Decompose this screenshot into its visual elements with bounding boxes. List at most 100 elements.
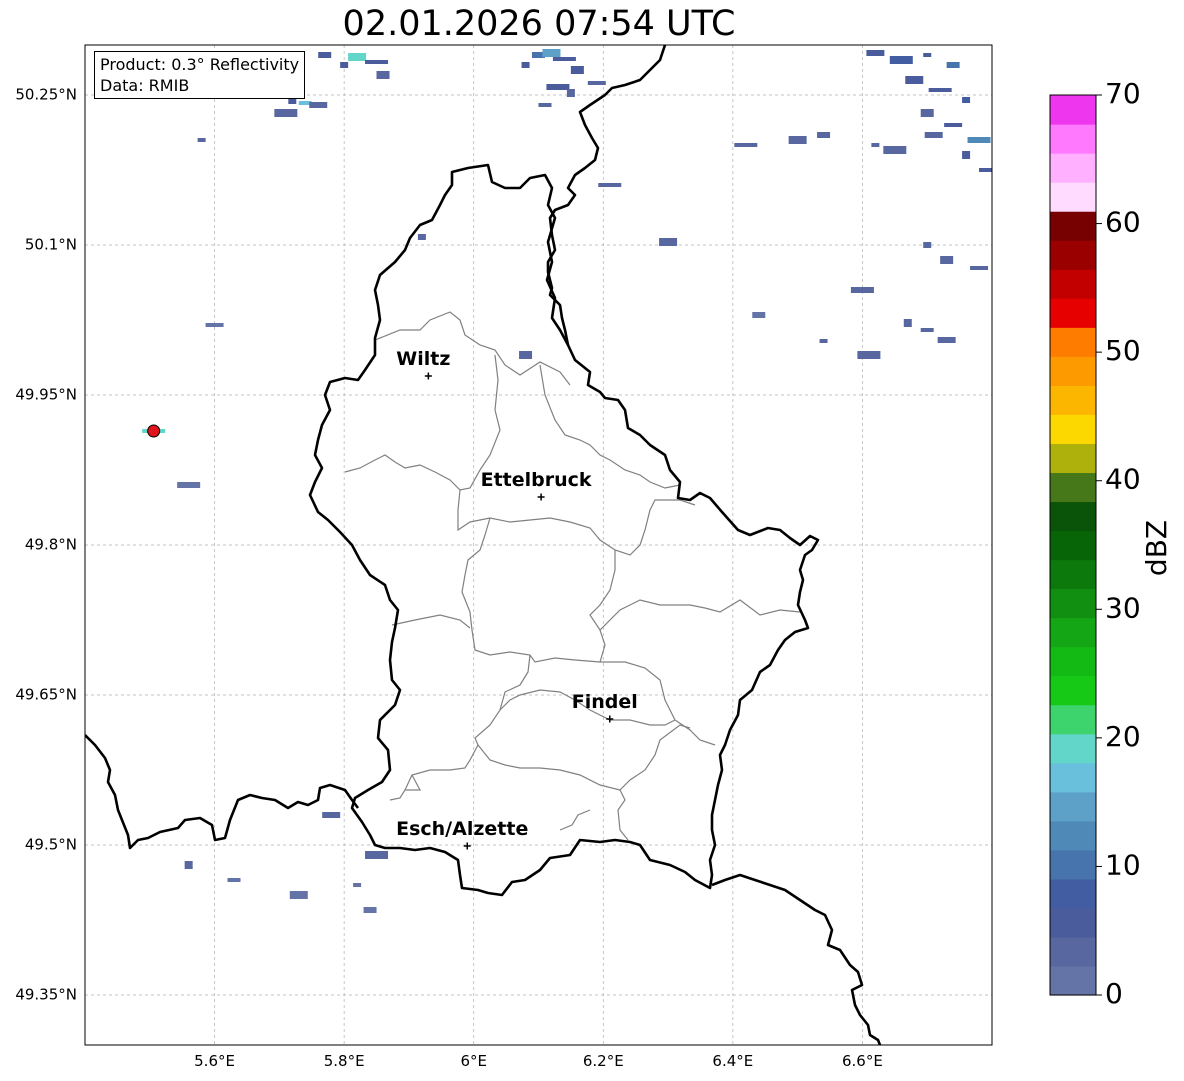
echo-cell	[923, 242, 932, 248]
echo-cell	[788, 136, 807, 144]
colorbar-segment	[1050, 820, 1096, 851]
echo-cell	[883, 146, 907, 154]
colorbar-tick-label: 40	[1105, 463, 1141, 496]
lat-tick-label: 49.35°N	[15, 986, 77, 1004]
city-marker	[424, 372, 432, 380]
echo-cell	[752, 312, 766, 318]
colorbar-segment	[1050, 849, 1096, 880]
colorbar-segment	[1050, 733, 1096, 764]
colorbar-tick-label: 30	[1105, 591, 1141, 624]
colorbar-segment	[1050, 646, 1096, 677]
echo-cell	[566, 89, 575, 97]
echo-cell	[889, 56, 913, 64]
colorbar-segment	[1050, 153, 1096, 183]
colorbar-segment	[1050, 385, 1096, 415]
city-label: Findel	[572, 691, 638, 713]
colorbar-segment	[1050, 182, 1096, 212]
echo-cell	[598, 183, 622, 187]
echo-cell	[734, 143, 758, 147]
echo-cell	[587, 81, 606, 85]
echo-cell	[871, 143, 880, 147]
canton-boundaries	[344, 311, 801, 841]
echo-cell	[903, 319, 912, 327]
echo-cell	[924, 132, 943, 138]
colorbar-segment	[1050, 907, 1096, 938]
echo-cell	[923, 53, 932, 57]
y-axis-ticks: 50.25°N 50.1°N 49.95°N 49.8°N 49.65°N 49.5°N 4…	[15, 86, 77, 1004]
echo-cell	[363, 907, 377, 913]
france-belgium-border	[85, 734, 360, 850]
echo-cell	[857, 351, 881, 359]
colorbar-segment	[1050, 443, 1096, 474]
echo-cell	[962, 97, 971, 103]
echo-cell	[309, 102, 328, 108]
echo-cell	[967, 137, 991, 143]
echo-cell	[177, 482, 201, 488]
echo-cell	[289, 891, 308, 899]
echo-cell	[521, 62, 530, 68]
echo-cell	[340, 62, 349, 68]
colorbar-label: dBZ	[1140, 520, 1173, 576]
echo-cell	[920, 328, 934, 332]
lat-tick-label: 50.25°N	[15, 86, 77, 104]
echo-cell	[552, 57, 576, 61]
city-marker	[537, 493, 545, 501]
data-source-label: Data: RMIB	[100, 76, 190, 95]
colorbar-tick-label: 70	[1105, 77, 1141, 110]
echo-cell	[205, 323, 224, 327]
product-label: Product: 0.3° Reflectivity	[100, 55, 300, 74]
colorbar-segment	[1050, 211, 1096, 241]
city-label: Esch/Alzette	[396, 818, 528, 840]
colorbar-segment	[1050, 501, 1096, 532]
colorbar-segment	[1050, 704, 1096, 735]
lon-tick-label: 5.8°E	[324, 1052, 365, 1070]
echo-cell	[184, 861, 193, 869]
echo-cell	[962, 151, 971, 159]
lon-tick-label: 5.6°E	[194, 1052, 235, 1070]
colorbar-segment	[1050, 559, 1096, 590]
echo-cell	[928, 88, 952, 92]
echo-cell	[197, 138, 206, 142]
echo-cell	[946, 62, 960, 68]
echo-cell	[866, 50, 885, 56]
colorbar-segment	[1050, 936, 1096, 967]
echo-cell	[905, 76, 924, 84]
echo-cell	[979, 168, 992, 172]
lat-tick-label: 49.5°N	[25, 836, 77, 854]
luxembourg-border	[308, 163, 820, 897]
grid-lines	[85, 45, 992, 1045]
echo-cell	[940, 256, 954, 264]
colorbar: 0 10 20 30 40 50 60 70	[1049, 77, 1141, 1010]
echo-cell	[365, 60, 389, 64]
colorbar-tick-label: 10	[1105, 848, 1141, 881]
echo-cell	[322, 812, 341, 818]
lon-tick-label: 6.2°E	[583, 1052, 624, 1070]
info-box: Product: 0.3° Reflectivity Data: RMIB	[94, 51, 306, 99]
radar-site-dot	[147, 424, 161, 438]
echo-cell	[274, 109, 298, 117]
x-axis-ticks: 5.6°E 5.8°E 6°E 6.2°E 6.4°E 6.6°E	[194, 1052, 883, 1070]
colorbar-tick-label: 0	[1105, 977, 1123, 1010]
colorbar-segment	[1050, 327, 1096, 357]
colorbar-segment	[1050, 472, 1096, 503]
colorbar-segment	[1050, 414, 1096, 444]
echo-cell	[817, 132, 831, 138]
echo-cell	[353, 883, 362, 887]
echo-cell	[920, 109, 934, 117]
echo-cell	[376, 71, 390, 79]
echo-cell	[659, 238, 678, 246]
colorbar-segment	[1050, 95, 1096, 125]
colorbar-segment	[1050, 965, 1096, 996]
echo-cell	[417, 234, 426, 240]
echo-cell	[519, 351, 533, 359]
city-markers: Wiltz Ettelbruck Findel Esch/Alzette	[396, 348, 638, 850]
colorbar-tick-label: 60	[1105, 206, 1141, 239]
colorbar-segment	[1050, 617, 1096, 648]
echo-cell	[542, 49, 561, 57]
echo-cell	[970, 266, 989, 270]
colorbar-tick-label: 50	[1105, 334, 1141, 367]
echo-cell	[348, 53, 367, 61]
city-marker	[463, 842, 471, 850]
colorbar-segment	[1050, 762, 1096, 793]
echo-cell	[819, 339, 828, 343]
